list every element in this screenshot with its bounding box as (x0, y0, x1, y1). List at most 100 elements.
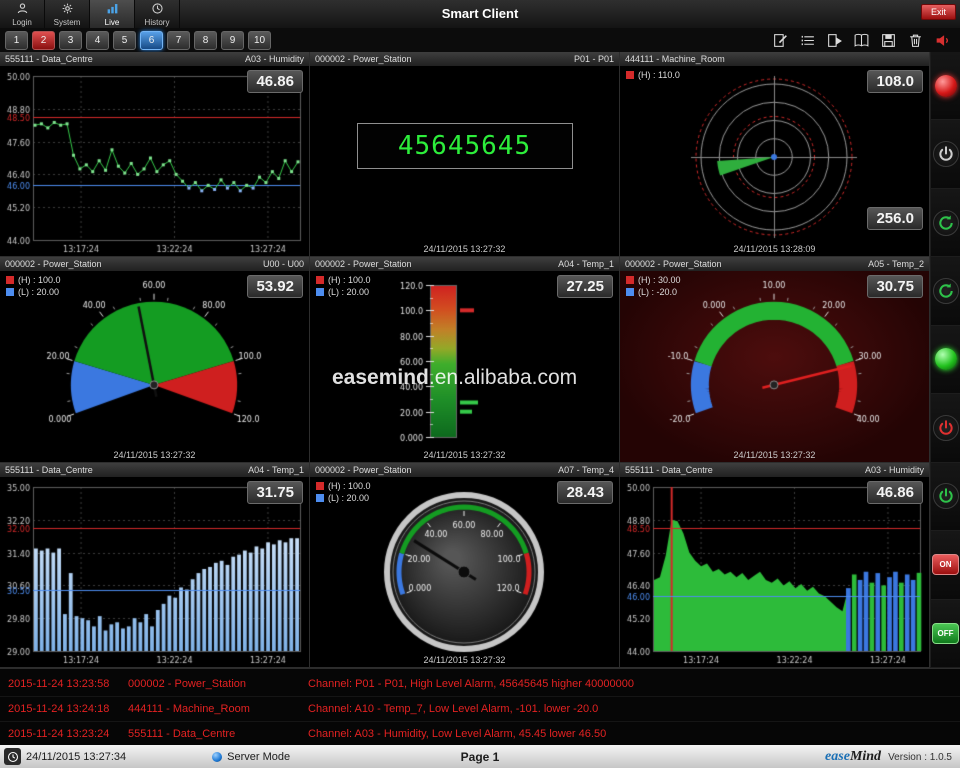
power-button[interactable] (930, 120, 960, 188)
panel-humidity-area: 555111 - Data_CentreA03 - Humidity 46.86 (620, 463, 930, 668)
tab-live[interactable]: Live (90, 0, 135, 28)
value-readout: 31.75 (247, 481, 303, 504)
live-chart-icon (106, 2, 119, 17)
refresh-button-1[interactable] (930, 189, 960, 257)
alarm-time: 2015-11-24 13:23:24 (8, 728, 128, 740)
on-button[interactable]: ON (930, 531, 960, 599)
panel-digital-readout: 000002 - Power_Station P01 - P01 45645645… (310, 52, 620, 257)
panel-legend: (H) : 100.0 (L) : 20.00 (316, 275, 371, 299)
page-button-4[interactable]: 4 (86, 31, 109, 50)
trash-icon[interactable] (907, 32, 924, 49)
panel-legend: (H) : 110.0 (626, 70, 680, 82)
panel-channel: U00 - U00 (263, 259, 304, 269)
toolbar (772, 32, 955, 49)
server-dot-icon (212, 752, 222, 762)
tab-label: Login (12, 18, 32, 27)
panel-station: 000002 - Power_Station (315, 259, 412, 269)
alarm-station: 000002 - Power_Station (128, 678, 308, 690)
panel-radar: 444111 - Machine_Room (H) : 110.0 108.0 … (620, 52, 930, 257)
panel-channel: P01 - P01 (574, 54, 614, 64)
page-button-1[interactable]: 1 (5, 31, 28, 50)
page-button-9[interactable]: 9 (221, 31, 244, 50)
tab-system[interactable]: System (45, 0, 90, 28)
refresh-button-2[interactable] (930, 257, 960, 325)
off-button[interactable]: OFF (930, 600, 960, 668)
tab-label: System (54, 18, 81, 27)
emergency-lamp-button[interactable] (930, 52, 960, 120)
tab-label: History (145, 18, 170, 27)
page-button-5[interactable]: 5 (113, 31, 136, 50)
tab-login[interactable]: Login (0, 0, 45, 28)
digital-display: 45645645 (357, 123, 573, 169)
panel-channel: A07 - Temp_4 (558, 465, 614, 475)
value-readout: 108.0 (867, 70, 923, 93)
brand-group: easeMind Version : 1.0.5 (825, 749, 960, 765)
refresh-icon (933, 210, 959, 236)
value-readout: 46.86 (247, 70, 303, 93)
panel-station: 000002 - Power_Station (625, 259, 722, 269)
bookmark-icon[interactable] (853, 32, 870, 49)
semicircle-gauge (0, 271, 308, 461)
panel-legend: (H) : 100.0 (L) : 20.00 (316, 481, 371, 505)
legend-high-swatch (316, 482, 324, 490)
exit-button[interactable]: Exit (921, 4, 956, 20)
page-button-10[interactable]: 10 (248, 31, 271, 50)
power-red-icon (933, 415, 959, 441)
panel-station: 444111 - Machine_Room (625, 54, 725, 64)
trend-line-chart (0, 66, 308, 256)
alarm-row[interactable]: 2015-11-24 13:23:24 555111 - Data_Centre… (0, 722, 960, 747)
panel-humidity-trend: 555111 - Data_CentreA03 - Humidity 46.86 (0, 52, 310, 257)
page-button-2[interactable]: 2 (32, 31, 55, 50)
dashboard-grid: 555111 - Data_CentreA03 - Humidity 46.86… (0, 52, 930, 668)
gear-icon (61, 2, 74, 17)
panel-station: 555111 - Data_Centre (5, 54, 93, 64)
panel-timestamp: 24/11/2015 13:27:32 (310, 244, 619, 254)
page-selector-row: 1 2 3 4 5 6 7 8 9 10 (0, 28, 960, 52)
tab-label: Live (105, 18, 120, 27)
green-lamp-button[interactable] (930, 326, 960, 394)
legend-high-swatch (626, 71, 634, 79)
page-button-8[interactable]: 8 (194, 31, 217, 50)
alarm-station: 555111 - Data_Centre (128, 728, 308, 740)
area-history-chart (620, 477, 928, 667)
alarm-row[interactable]: 2015-11-24 13:23:58 000002 - Power_Stati… (0, 672, 960, 697)
top-tab-bar: Login System Live History Smart Client E… (0, 0, 960, 29)
page-button-6[interactable]: 6 (140, 31, 163, 50)
round-gauge (310, 477, 618, 667)
panel-timestamp: 24/11/2015 13:28:09 (620, 244, 929, 254)
legend-high-swatch (626, 276, 634, 284)
off-label: OFF (932, 623, 959, 644)
power-off-button[interactable] (930, 394, 960, 462)
refresh-icon (933, 278, 959, 304)
login-user-icon (16, 2, 29, 17)
panel-timestamp: 24/11/2015 13:27:32 (0, 450, 309, 460)
tab-history[interactable]: History (135, 0, 180, 28)
version-label: Version : 1.0.5 (888, 752, 952, 763)
power-on-button[interactable] (930, 463, 960, 531)
panel-timestamp: 24/11/2015 13:27:32 (310, 450, 619, 460)
panel-channel: A04 - Temp_1 (558, 259, 614, 269)
value-readout: 53.92 (247, 275, 303, 298)
page-button-7[interactable]: 7 (167, 31, 190, 50)
mute-speaker-icon[interactable] (934, 32, 951, 49)
page-button-3[interactable]: 3 (59, 31, 82, 50)
panel-semi-gauge-u00: 000002 - Power_Station U00 - U00 (H) : 10… (0, 257, 310, 462)
panel-legend: (H) : 100.0 (L) : 20.00 (6, 275, 61, 299)
brand-logo: easeMind (825, 749, 881, 765)
list-icon[interactable] (799, 32, 816, 49)
panel-station: 000002 - Power_Station (5, 259, 102, 269)
alarm-row[interactable]: 2015-11-24 13:24:18 444111 - Machine_Roo… (0, 697, 960, 722)
alarm-time: 2015-11-24 13:23:58 (8, 678, 128, 690)
value-readout-secondary: 256.0 (867, 207, 923, 230)
panel-channel: A03 - Humidity (865, 465, 924, 475)
panel-station: 000002 - Power_Station (315, 54, 412, 64)
save-icon[interactable] (880, 32, 897, 49)
panel-channel: A04 - Temp_1 (248, 465, 304, 475)
edit-icon[interactable] (772, 32, 789, 49)
green-lamp-icon (935, 348, 957, 370)
history-clock-icon (151, 2, 164, 17)
alarm-message: Channel: A03 - Humidity, Low Level Alarm… (308, 728, 960, 740)
legend-high-swatch (6, 276, 14, 284)
export-play-icon[interactable] (826, 32, 843, 49)
alarm-message: Channel: A10 - Temp_7, Low Level Alarm, … (308, 703, 960, 715)
